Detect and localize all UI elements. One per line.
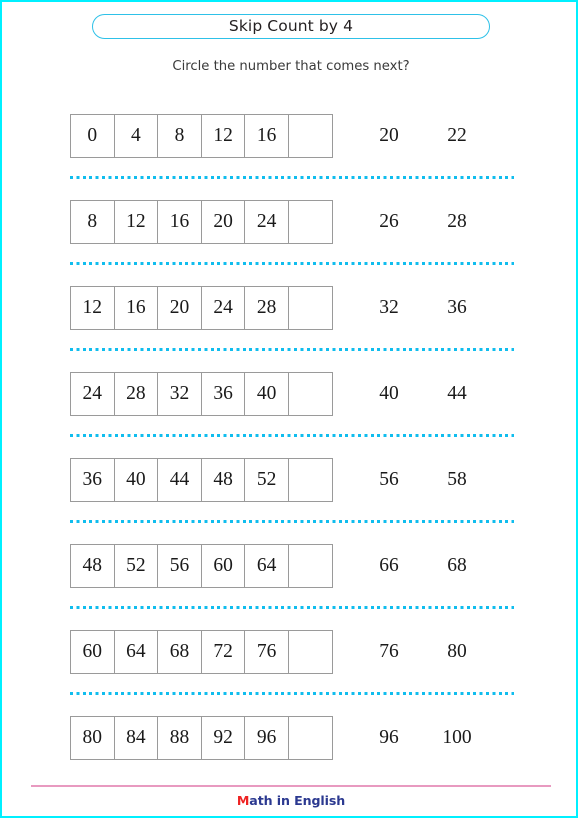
worksheet-title-pill: Skip Count by 4 — [92, 14, 490, 39]
sequence-cell: 84 — [113, 716, 159, 760]
answer-choice[interactable]: 58 — [427, 458, 487, 502]
answer-choice[interactable]: 40 — [359, 372, 419, 416]
sequence-cell: 12 — [113, 200, 159, 244]
sequence-cell: 12 — [70, 286, 115, 330]
sequence-cell: 28 — [244, 286, 289, 330]
answer-choice[interactable]: 26 — [359, 200, 419, 244]
sequence-cell: 48 — [200, 458, 246, 502]
sequence-cell: 32 — [157, 372, 202, 416]
sequence-cell: 36 — [200, 372, 246, 416]
sequence-grid: 80 84 88 92 96 — [70, 716, 333, 760]
sequence-cell: 8 — [157, 114, 202, 158]
problem-row: 0 4 8 12 16 20 22 — [2, 114, 576, 200]
row-separator — [70, 262, 514, 265]
answer-choice[interactable]: 100 — [427, 716, 487, 760]
page-title: Skip Count by 4 — [228, 16, 354, 35]
sequence-cell: 96 — [244, 716, 289, 760]
answer-choice[interactable]: 20 — [359, 114, 419, 158]
sequence-cell: 68 — [157, 630, 202, 674]
answer-choice[interactable]: 66 — [359, 544, 419, 588]
sequence-cell: 24 — [244, 200, 289, 244]
sequence-answer-blank[interactable] — [287, 544, 333, 588]
problem-row: 80 84 88 92 96 96 100 — [2, 716, 576, 802]
sequence-cell: 80 — [70, 716, 115, 760]
answer-choice[interactable]: 76 — [359, 630, 419, 674]
sequence-cell: 16 — [113, 286, 159, 330]
sequence-cell: 64 — [244, 544, 289, 588]
sequence-grid: 24 28 32 36 40 — [70, 372, 333, 416]
sequence-cell: 76 — [244, 630, 289, 674]
sequence-answer-blank[interactable] — [287, 372, 333, 416]
sequence-answer-blank[interactable] — [287, 200, 333, 244]
sequence-answer-blank[interactable] — [287, 716, 333, 760]
problem-row: 24 28 32 36 40 40 44 — [2, 372, 576, 458]
problem-list: 0 4 8 12 16 20 22 8 12 16 20 24 26 28 12 16 20 24 28 32 36 24… — [2, 114, 576, 802]
row-separator — [70, 692, 514, 695]
sequence-cell: 40 — [244, 372, 289, 416]
sequence-cell: 4 — [113, 114, 159, 158]
sequence-answer-blank[interactable] — [287, 630, 333, 674]
worksheet-instruction: Circle the number that comes next? — [172, 59, 410, 74]
worksheet-title-container: Skip Count by 4 — [2, 14, 576, 39]
answer-choice[interactable]: 80 — [427, 630, 487, 674]
row-separator — [70, 434, 514, 437]
row-separator — [70, 176, 514, 179]
sequence-answer-blank[interactable] — [287, 458, 333, 502]
footer-logo: Math in English — [2, 793, 576, 808]
footer-logo-text: ath in English — [249, 793, 346, 808]
sequence-cell: 52 — [244, 458, 289, 502]
sequence-cell: 72 — [200, 630, 246, 674]
sequence-cell: 64 — [113, 630, 159, 674]
sequence-grid: 36 40 44 48 52 — [70, 458, 333, 502]
footer-divider — [31, 785, 551, 787]
sequence-grid: 12 16 20 24 28 — [70, 286, 333, 330]
sequence-cell: 40 — [113, 458, 159, 502]
sequence-cell: 60 — [70, 630, 115, 674]
row-separator — [70, 520, 514, 523]
sequence-grid: 8 12 16 20 24 — [70, 200, 333, 244]
sequence-grid: 48 52 56 60 64 — [70, 544, 333, 588]
sequence-cell: 24 — [70, 372, 115, 416]
sequence-grid: 0 4 8 12 16 — [70, 114, 333, 158]
problem-row: 36 40 44 48 52 56 58 — [2, 458, 576, 544]
row-separator — [70, 606, 514, 609]
sequence-cell: 20 — [200, 200, 246, 244]
sequence-cell: 48 — [70, 544, 115, 588]
problem-row: 48 52 56 60 64 66 68 — [2, 544, 576, 630]
answer-choice[interactable]: 68 — [427, 544, 487, 588]
sequence-answer-blank[interactable] — [287, 114, 333, 158]
sequence-grid: 60 64 68 72 76 — [70, 630, 333, 674]
sequence-cell: 60 — [200, 544, 246, 588]
footer-logo-initial: M — [236, 793, 250, 808]
answer-choice[interactable]: 28 — [427, 200, 487, 244]
worksheet-page: Skip Count by 4 Circle the number that c… — [0, 0, 578, 818]
problem-row: 8 12 16 20 24 26 28 — [2, 200, 576, 286]
sequence-answer-blank[interactable] — [287, 286, 333, 330]
sequence-cell: 44 — [157, 458, 202, 502]
answer-choice[interactable]: 96 — [359, 716, 419, 760]
answer-choice[interactable]: 44 — [427, 372, 487, 416]
sequence-cell: 36 — [70, 458, 115, 502]
sequence-cell: 0 — [70, 114, 115, 158]
answer-choice[interactable]: 32 — [359, 286, 419, 330]
sequence-cell: 16 — [244, 114, 289, 158]
sequence-cell: 20 — [157, 286, 202, 330]
problem-row: 60 64 68 72 76 76 80 — [2, 630, 576, 716]
sequence-cell: 52 — [113, 544, 159, 588]
sequence-cell: 8 — [70, 200, 115, 244]
sequence-cell: 88 — [157, 716, 202, 760]
answer-choice[interactable]: 22 — [427, 114, 487, 158]
answer-choice[interactable]: 56 — [359, 458, 419, 502]
sequence-cell: 16 — [157, 200, 202, 244]
answer-choice[interactable]: 36 — [427, 286, 487, 330]
sequence-cell: 56 — [157, 544, 202, 588]
problem-row: 12 16 20 24 28 32 36 — [2, 286, 576, 372]
sequence-cell: 28 — [113, 372, 159, 416]
sequence-cell: 12 — [200, 114, 246, 158]
sequence-cell: 92 — [200, 716, 246, 760]
sequence-cell: 24 — [200, 286, 246, 330]
row-separator — [70, 348, 514, 351]
